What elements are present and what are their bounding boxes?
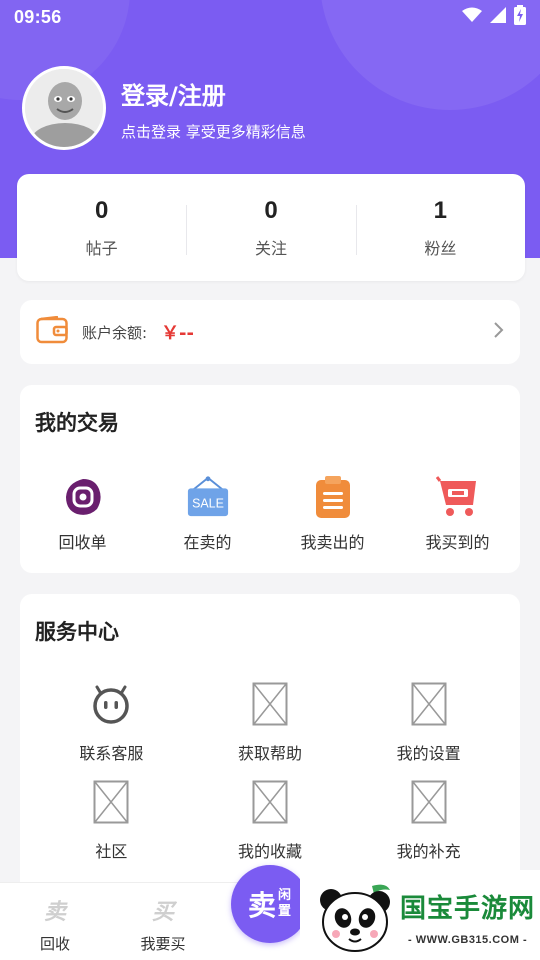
stat-value: 0 [94,196,109,224]
login-subtitle: 点击登录 享受更多精彩信息 [121,123,306,141]
signal-icon [490,7,506,27]
status-bar: 09:56 [0,0,540,34]
wallet-label: 账户余额: [82,323,148,342]
service-get-help[interactable]: 获取帮助 [191,682,350,766]
stats-card: 0 帖子 0 关注 1 粉丝 [17,174,525,281]
section-title: 服务中心 [35,620,119,644]
avatar[interactable] [22,66,106,150]
trade-label: 我卖出的 [300,533,365,552]
tab-label: 我要买 [140,935,186,953]
status-time: 09:56 [14,6,62,27]
service-label: 联系客服 [79,744,144,763]
stat-label: 关注 [254,238,287,258]
sell-label: 卖 [247,889,276,922]
site-watermark: 国宝手游网 - WWW.GB315.COM - [300,870,540,960]
stat-value: 0 [264,196,278,224]
sell-sublabel: 闲置 [278,888,292,919]
robot-face-icon [91,682,131,726]
sell-idle-button[interactable]: 卖 闲置 [231,865,309,943]
placeholder-image-icon [250,682,290,726]
trade-on-sale[interactable]: SALE 在卖的 [145,475,270,553]
stat-label: 帖子 [85,238,118,258]
stat-value: 1 [433,196,447,224]
trade-bought[interactable]: 我买到的 [395,475,520,553]
buy-tab-icon: 买 [149,897,178,927]
login-register-link[interactable]: 登录/注册 [121,76,226,111]
service-label: 获取帮助 [237,744,302,763]
wallet-icon [36,315,68,348]
chevron-right-icon [492,321,504,343]
wallet-amount: ￥-- [161,323,195,344]
trade-sold[interactable]: 我卖出的 [270,475,395,553]
tab-label: 回收 [39,935,70,953]
wallet-balance-row[interactable]: 账户余额: ￥-- [20,300,520,364]
watermark-url: - WWW.GB315.COM - [408,934,528,946]
service-contact-support[interactable]: 联系客服 [32,682,191,766]
svg-text:卖: 卖 [44,900,69,923]
cart-icon [435,475,480,519]
sale-badge-text: SALE [192,497,224,511]
svg-text:买: 买 [152,900,177,923]
tab-recycle[interactable]: 卖 回收 [10,897,100,954]
placeholder-image-icon [250,780,290,824]
battery-charging-icon [514,5,526,29]
service-my-settings[interactable]: 我的设置 [349,682,508,766]
trade-label: 我买到的 [425,533,490,552]
tab-buy[interactable]: 买 我要买 [118,897,208,954]
wifi-icon [462,7,482,27]
service-my-supplement[interactable]: 我的补充 [349,780,508,864]
service-label: 我的补充 [396,842,461,861]
service-label: 社区 [95,842,128,861]
trade-label: 回收单 [58,533,107,552]
stat-label: 粉丝 [424,238,457,258]
trade-recycle-orders[interactable]: 回收单 [20,475,145,553]
service-my-favorites[interactable]: 我的收藏 [191,780,350,864]
watermark-title: 国宝手游网 [400,894,536,924]
placeholder-image-icon [409,780,449,824]
my-trades-card: 我的交易 回收单 SALE 在卖的 我卖出的 我买到的 [20,385,520,573]
service-label: 我的设置 [396,744,461,763]
section-title: 我的交易 [35,411,119,435]
stat-fans[interactable]: 1 粉丝 [355,196,525,259]
sale-sign-icon: SALE [186,475,230,519]
service-label: 我的收藏 [237,842,302,861]
recycle-order-icon [61,475,105,519]
service-center-card: 服务中心 联系客服 获取帮助 我的设置 社区 我的收藏 我的补充 [20,594,520,894]
placeholder-image-icon [409,682,449,726]
clipboard-icon [311,475,355,519]
stat-posts[interactable]: 0 帖子 [17,197,186,259]
trade-label: 在卖的 [183,533,232,552]
recycle-tab-icon: 卖 [41,897,69,927]
panda-logo-icon [316,880,396,960]
stat-following[interactable]: 0 关注 [186,197,355,259]
placeholder-image-icon [91,780,131,824]
service-community[interactable]: 社区 [32,780,191,864]
